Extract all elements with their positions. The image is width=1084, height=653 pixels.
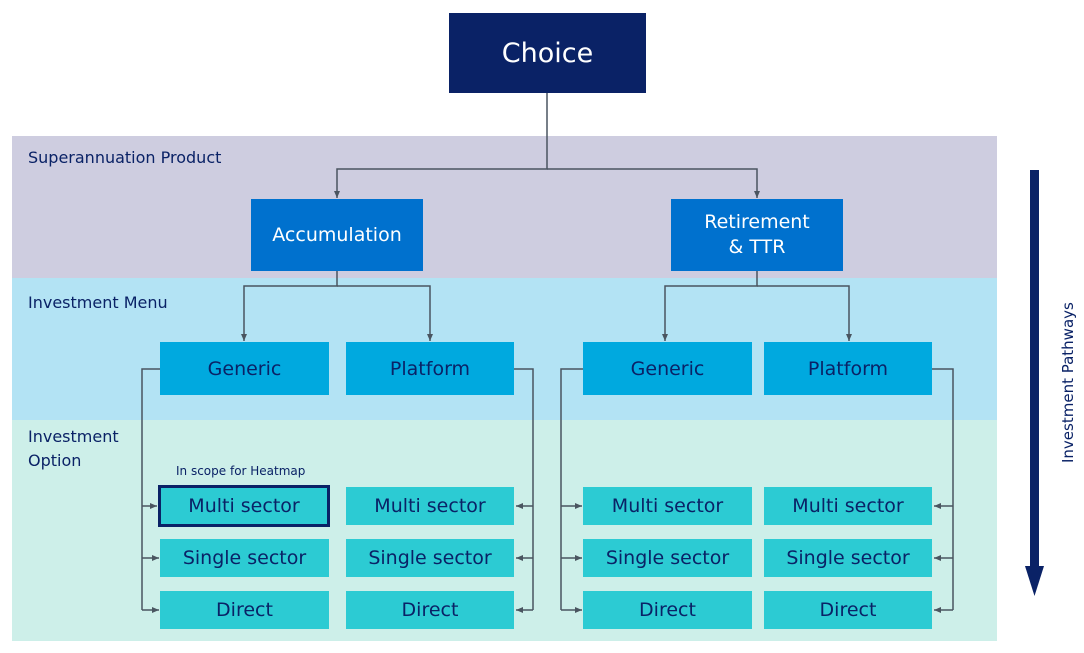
node-menu-generic-retirement: Generic [583,342,752,395]
connector-platform-right-bracket [932,368,954,610]
option-label: Single sector [368,547,492,569]
investment-pathways-label: Investment Pathways [1059,302,1077,463]
option-label: Direct [819,599,877,621]
connector-platform-left-bracket [514,368,534,610]
option-multi-sector-highlighted: Multi sector [158,485,330,527]
node-menu-platform-accumulation: Platform [346,342,514,395]
node-accumulation: Accumulation [251,199,423,271]
option-label: Multi sector [611,495,724,517]
menu-label: Platform [389,357,471,380]
option-label: Single sector [182,547,307,569]
down-arrow-icon [1025,170,1044,596]
option-direct: Direct [764,591,932,629]
option-multi-sector: Multi sector [346,487,514,525]
connector-accumulation-generic [241,271,338,341]
option-label: Direct [216,599,273,621]
node-choice-label: Choice [501,37,594,69]
node-accumulation-label: Accumulation [272,223,402,246]
option-direct: Direct [583,591,752,629]
option-direct: Direct [160,591,329,629]
node-retirement-label-line2: & TTR [728,236,786,258]
option-multi-sector: Multi sector [764,487,932,525]
option-single-sector: Single sector [764,539,932,577]
menu-label: Generic [207,357,282,380]
node-retirement-label-line1: Retirement [704,211,810,233]
in-scope-note: In scope for Heatmap [176,464,306,478]
option-multi-sector: Multi sector [583,487,752,525]
node-choice: Choice [449,13,646,93]
connector-choice-accumulation [334,92,548,198]
option-label: Multi sector [792,495,904,517]
menu-label: Generic [630,357,705,380]
connector-choice-retirement [547,168,760,198]
connector-generic-right-bracket [560,368,583,610]
menu-label: Platform [807,357,889,380]
option-label: Direct [639,599,696,621]
option-label: Direct [401,599,459,621]
option-label: Single sector [605,547,730,569]
option-label: Multi sector [374,495,486,517]
option-single-sector: Single sector [160,539,329,577]
node-menu-generic-accumulation: Generic [160,342,329,395]
option-direct: Direct [346,591,514,629]
connector-retirement-platform [757,285,852,341]
connector-accumulation-platform [337,285,433,341]
option-single-sector: Single sector [346,539,514,577]
option-single-sector: Single sector [583,539,752,577]
connector-retirement-generic [662,271,758,341]
node-menu-platform-retirement: Platform [764,342,932,395]
option-label: Single sector [786,547,910,569]
option-label: Multi sector [188,495,300,517]
node-retirement-ttr: Retirement & TTR [671,199,843,271]
